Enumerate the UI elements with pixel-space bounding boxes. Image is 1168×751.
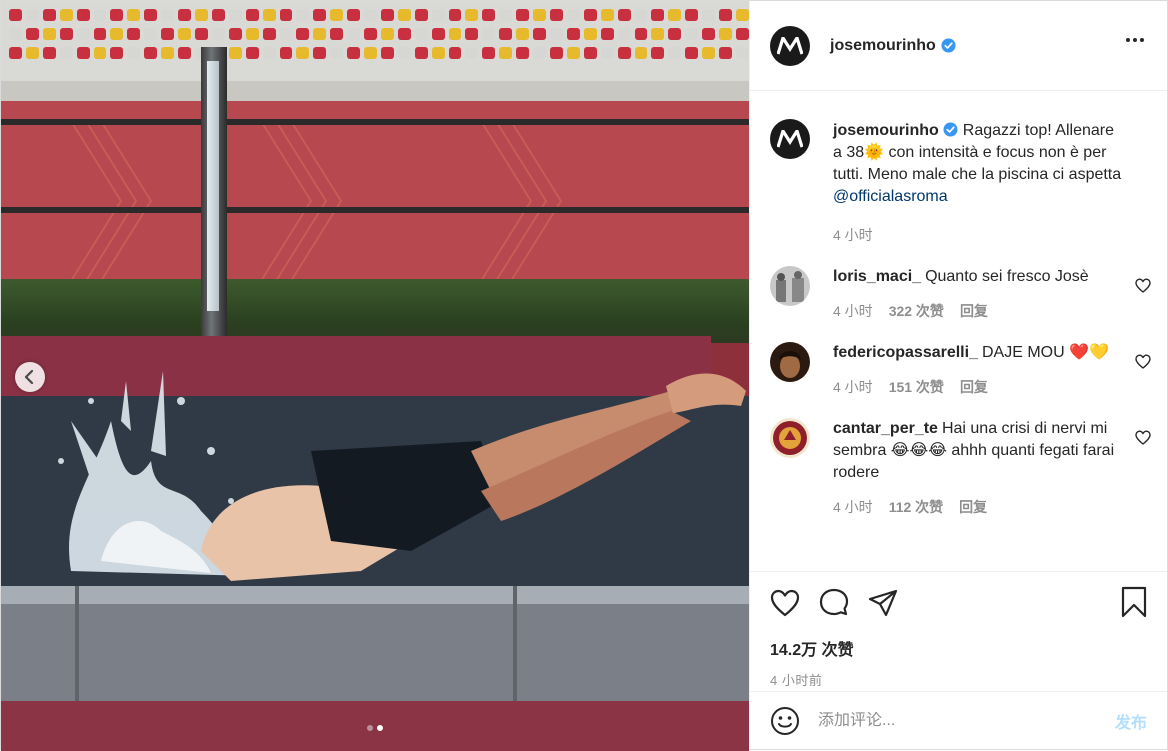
comment-input[interactable] (818, 711, 1115, 730)
comment-username[interactable]: loris_maci_ (833, 268, 921, 285)
comment-item: cantar_per_te Hai una crisi di nervi mi s… (770, 418, 1151, 518)
like-count[interactable]: 14.2万 次赞 (770, 636, 1147, 660)
comment-like-count[interactable]: 322 次赞 (889, 300, 944, 322)
comment-item: loris_maci_ Quanto sei fresco Josè 4 小时 322… (770, 266, 1151, 322)
commenter-avatar[interactable] (770, 266, 810, 306)
action-bar: 14.2万 次赞 4 小时前 (750, 571, 1167, 691)
post-header: josemourinho (750, 1, 1167, 91)
diver (201, 373, 746, 581)
comment-time[interactable]: 4 小时 (833, 376, 873, 398)
reply-button[interactable]: 回复 (959, 496, 987, 518)
post-sidebar: josemourinho josemourinho Ragazzi top! Al… (749, 1, 1167, 749)
comment-time[interactable]: 4 小时 (833, 496, 873, 518)
comment-item: federicopassarelli_ DAJE MOU ❤️💛 4 小时 151 次… (770, 342, 1151, 398)
reply-button[interactable]: 回复 (960, 376, 988, 398)
caption-time[interactable]: 4 小时 (833, 224, 873, 246)
post-dialog: josemourinho josemourinho Ragazzi top! Al… (0, 0, 1168, 751)
post-caption: josemourinho Ragazzi top! Allenare a 38🌞 … (770, 119, 1149, 246)
chevron-left-icon (24, 370, 34, 384)
hedge (1, 279, 749, 343)
author-avatar[interactable] (770, 25, 810, 66)
wall-pattern (70, 120, 153, 282)
carousel-dot (377, 725, 383, 731)
railing (1, 119, 749, 125)
heart-icon[interactable] (1135, 430, 1151, 445)
emoji-icon[interactable] (770, 706, 800, 736)
commenter-avatar[interactable] (770, 418, 810, 458)
comment-username[interactable]: federicopassarelli_ (833, 344, 978, 361)
commenter-avatar[interactable] (770, 342, 810, 382)
heart-icon[interactable] (770, 589, 800, 617)
heart-icon[interactable] (1135, 278, 1151, 293)
comment-text: Quanto sei fresco Josè (925, 268, 1089, 285)
comment-composer: 发布 (750, 691, 1167, 749)
comment-time[interactable]: 4 小时 (833, 300, 873, 322)
post-time[interactable]: 4 小时前 (770, 670, 1147, 689)
carousel-prev-button[interactable] (15, 362, 45, 392)
railing (1, 207, 749, 213)
share-icon[interactable] (868, 589, 898, 617)
post-media[interactable] (1, 1, 749, 751)
more-icon[interactable] (1125, 37, 1145, 43)
comment-list[interactable]: josemourinho Ragazzi top! Allenare a 38🌞 … (750, 91, 1167, 571)
author-username[interactable]: josemourinho (830, 37, 936, 55)
comment-like-count[interactable]: 112 次赞 (889, 496, 943, 518)
caption-username[interactable]: josemourinho (833, 122, 939, 139)
comment-text: DAJE MOU ❤️💛 (981, 344, 1109, 361)
verified-icon (943, 122, 958, 137)
comment-username[interactable]: cantar_per_te (833, 420, 938, 437)
light-pole (201, 47, 227, 337)
verified-icon (941, 38, 956, 53)
carousel-dot (367, 725, 373, 731)
heart-icon[interactable] (1135, 354, 1151, 369)
carousel-indicator (1, 725, 749, 731)
comment-like-count[interactable]: 151 次赞 (889, 376, 944, 398)
logo-icon (777, 130, 803, 148)
bookmark-icon[interactable] (1121, 586, 1147, 618)
author-avatar[interactable] (770, 119, 810, 159)
track-surface (1, 81, 749, 103)
comment-icon[interactable] (818, 588, 850, 618)
reply-button[interactable]: 回复 (960, 300, 988, 322)
tile-seam (513, 586, 517, 701)
pool-edge (1, 586, 749, 701)
tile-seam (75, 586, 79, 701)
wall-pattern (480, 120, 563, 282)
logo-icon (777, 36, 803, 54)
publish-button[interactable]: 发布 (1115, 709, 1147, 733)
caption-mention[interactable]: @officialasroma (833, 188, 948, 205)
wall-pattern (260, 120, 343, 282)
